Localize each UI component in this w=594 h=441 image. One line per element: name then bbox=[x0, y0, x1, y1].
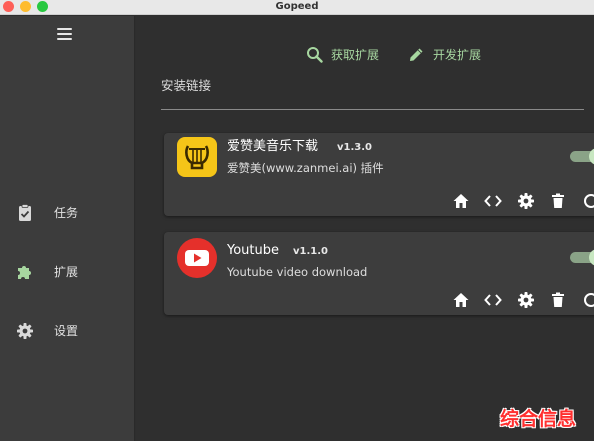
toggle-knob bbox=[589, 148, 594, 165]
home-button[interactable] bbox=[450, 289, 472, 311]
window-title: Gopeed bbox=[275, 1, 319, 12]
search-icon bbox=[307, 47, 323, 63]
sidebar-item-extensions[interactable]: 扩展 bbox=[0, 253, 135, 293]
trash-icon bbox=[552, 193, 564, 208]
extension-toggle[interactable] bbox=[570, 148, 594, 165]
extension-version: v1.3.0 bbox=[337, 142, 372, 153]
trash-icon bbox=[552, 292, 564, 307]
delete-button[interactable] bbox=[547, 289, 569, 311]
develop-extensions-label: 开发扩展 bbox=[433, 48, 482, 62]
develop-extensions-button[interactable]: 开发扩展 bbox=[408, 45, 488, 65]
pencil-icon bbox=[410, 48, 423, 61]
gear-icon bbox=[17, 323, 33, 339]
code-icon bbox=[484, 294, 502, 306]
extension-name: Youtube bbox=[227, 243, 279, 258]
task-icon bbox=[19, 204, 31, 221]
home-button[interactable] bbox=[450, 190, 472, 212]
gear-icon bbox=[518, 292, 534, 308]
extension-actions bbox=[450, 289, 594, 311]
watermark: 综合信息 bbox=[500, 408, 577, 430]
gear-icon bbox=[518, 193, 534, 209]
settings-button[interactable] bbox=[515, 289, 537, 311]
get-extensions-button[interactable]: 获取扩展 bbox=[306, 45, 386, 65]
sidebar-item-label: 任务 bbox=[54, 206, 79, 220]
refresh-icon bbox=[584, 293, 594, 307]
extension-toggle[interactable] bbox=[570, 249, 594, 266]
puzzle-icon bbox=[18, 266, 31, 279]
title-bar: Gopeed bbox=[0, 0, 594, 15]
settings-button[interactable] bbox=[515, 190, 537, 212]
extension-actions bbox=[450, 190, 594, 212]
refresh-icon bbox=[584, 194, 594, 208]
lyre-icon bbox=[177, 137, 217, 177]
refresh-button[interactable] bbox=[580, 289, 594, 311]
app-window: Gopeed 任务 扩展 设置 获取扩展 开发扩展 安装链接 爱赞美音乐下载 v… bbox=[0, 0, 594, 441]
extension-card: 爱赞美音乐下载 v1.3.0 爱赞美(www.zanmei.ai) 插件 bbox=[164, 133, 594, 216]
sidebar-item-label: 设置 bbox=[54, 324, 79, 338]
sidebar-item-settings[interactable]: 设置 bbox=[0, 312, 135, 352]
code-button[interactable] bbox=[482, 289, 504, 311]
extension-description: 爱赞美(www.zanmei.ai) 插件 bbox=[227, 161, 384, 175]
youtube-icon bbox=[177, 238, 217, 278]
install-link-input[interactable]: 安装链接 bbox=[161, 78, 584, 110]
home-icon bbox=[453, 194, 469, 208]
extension-version: v1.1.0 bbox=[293, 246, 328, 257]
refresh-button[interactable] bbox=[580, 190, 594, 212]
code-button[interactable] bbox=[482, 190, 504, 212]
sidebar-item-label: 扩展 bbox=[54, 265, 79, 279]
extension-name: 爱赞美音乐下载 bbox=[227, 139, 319, 154]
code-icon bbox=[484, 195, 502, 207]
extensions-page: 获取扩展 开发扩展 安装链接 爱赞美音乐下载 v1.3.0 爱赞美(www.za… bbox=[136, 16, 594, 441]
extension-description: Youtube video download bbox=[227, 265, 368, 279]
delete-button[interactable] bbox=[547, 190, 569, 212]
toggle-knob bbox=[589, 249, 594, 266]
get-extensions-label: 获取扩展 bbox=[331, 48, 380, 62]
extension-card: Youtube v1.1.0 Youtube video download bbox=[164, 232, 594, 315]
sidebar-item-tasks[interactable]: 任务 bbox=[0, 194, 135, 234]
menu-icon[interactable] bbox=[56, 26, 74, 42]
install-link-placeholder: 安装链接 bbox=[161, 78, 212, 93]
home-icon bbox=[453, 293, 469, 307]
sidebar: 任务 扩展 设置 bbox=[0, 16, 135, 441]
